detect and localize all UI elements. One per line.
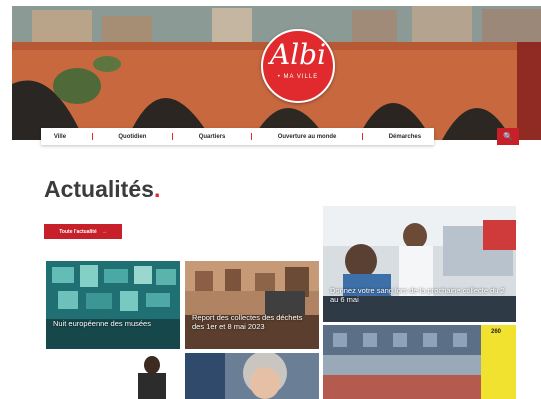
- news-card-portrait[interactable]: [185, 353, 319, 399]
- street-photo: [185, 261, 319, 349]
- nav-item-quartiers[interactable]: Quartiers: [199, 134, 226, 140]
- news-card-crowd[interactable]: 260: [323, 325, 516, 399]
- all-news-label: Toute l'actualité: [59, 228, 97, 235]
- albi-logo[interactable]: Albi • MA VILLE: [261, 29, 335, 103]
- nav-divider: [362, 133, 364, 140]
- news-card-caption: Report des collectes des déchets des 1er…: [192, 313, 303, 331]
- nav-item-ville[interactable]: Ville: [54, 134, 66, 140]
- arrow-right-icon: →: [101, 228, 107, 235]
- nav-item-demarches[interactable]: Démarches: [389, 134, 421, 140]
- logo-wordmark: Albi: [269, 38, 327, 71]
- search-icon: 🔍: [503, 132, 513, 141]
- crowd-photo: [323, 325, 516, 399]
- news-card-museums[interactable]: Nuit européenne des musées: [46, 261, 180, 349]
- person-photo: [46, 353, 180, 399]
- news-card-badge: 260: [491, 329, 502, 335]
- news-card-person[interactable]: [46, 353, 180, 399]
- logo-tagline: • MA VILLE: [277, 74, 319, 80]
- title-accent-dot: .: [153, 176, 161, 202]
- main-nav: Ville Quotidien Quartiers Ouverture au m…: [41, 128, 434, 145]
- nav-divider: [172, 133, 174, 140]
- news-card-caption: Donnez votre sang lors de la prochaine c…: [330, 286, 505, 304]
- news-card-blood-donation[interactable]: Donnez votre sang lors de la prochaine c…: [323, 206, 516, 322]
- search-button[interactable]: 🔍: [497, 128, 519, 145]
- all-news-button[interactable]: Toute l'actualité →: [44, 224, 122, 239]
- nav-item-quotidien[interactable]: Quotidien: [118, 134, 146, 140]
- hero-banner: Albi • MA VILLE: [12, 6, 541, 140]
- nav-divider: [91, 133, 93, 140]
- museum-photo: [46, 261, 180, 349]
- nav-item-ouverture-au-monde[interactable]: Ouverture au monde: [278, 134, 337, 140]
- news-card-waste-collection[interactable]: Report des collectes des déchets des 1er…: [185, 261, 319, 349]
- page-title: Actualités.: [44, 176, 160, 203]
- news-card-caption: Nuit européenne des musées: [53, 319, 151, 328]
- page-title-text: Actualités: [44, 176, 154, 202]
- portrait-photo: [185, 353, 319, 399]
- blood-donation-photo: [323, 206, 516, 322]
- nav-divider: [251, 133, 253, 140]
